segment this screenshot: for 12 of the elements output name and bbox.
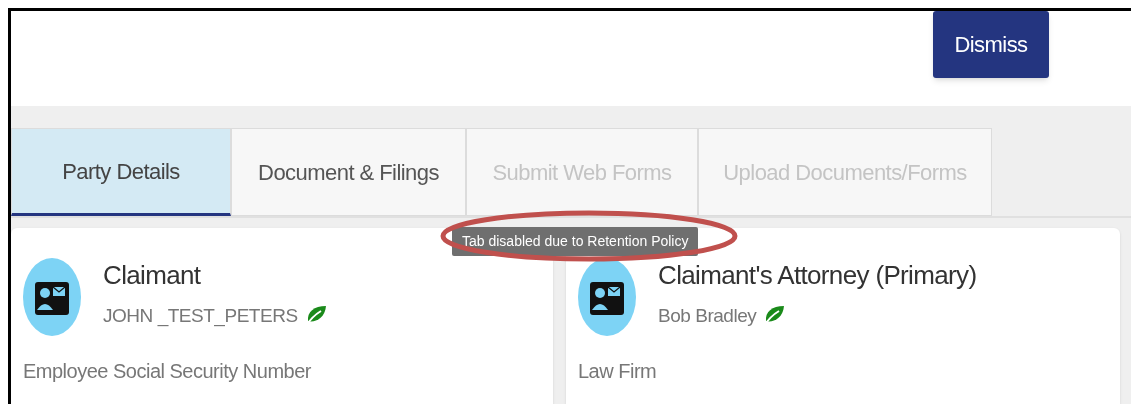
contact-card-icon xyxy=(23,258,81,336)
party-name: Bob Bradley xyxy=(658,304,757,328)
field-label: Law Firm xyxy=(578,359,658,384)
party-title: Claimant's Attorney (Primary) xyxy=(658,259,977,292)
tab[interactable]: Document & Filings xyxy=(231,128,466,216)
dismiss-button[interactable]: Dismiss xyxy=(933,11,1049,78)
field-label: Employee Social Security Number xyxy=(23,359,312,384)
contact-card-icon xyxy=(578,258,636,336)
party-name: JOHN _TEST_PETERS xyxy=(103,304,298,329)
party-title: Claimant xyxy=(103,259,202,292)
tooltip: Tab disabled due to Retention Policy xyxy=(452,227,699,256)
tab[interactable]: Party Details xyxy=(11,128,231,216)
